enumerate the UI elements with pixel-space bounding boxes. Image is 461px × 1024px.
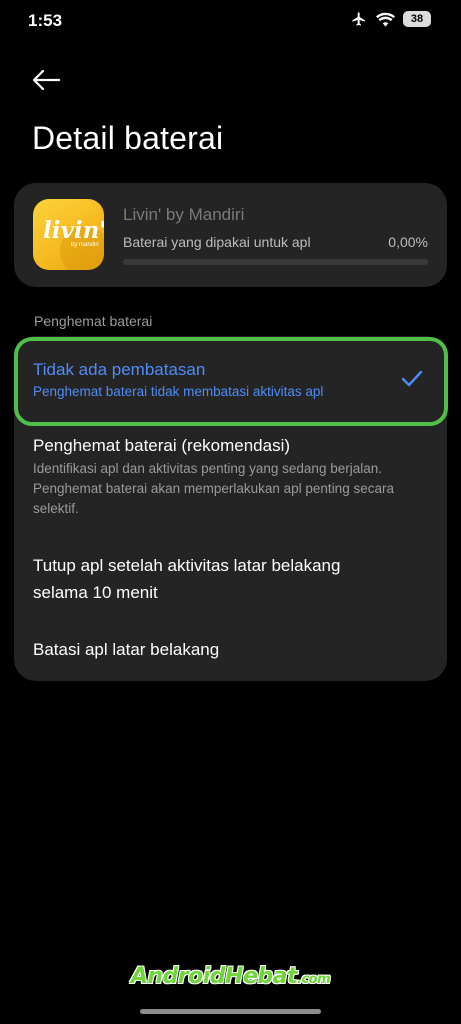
status-icons: 38: [350, 11, 431, 27]
option-description: Penghemat baterai tidak membatasi aktivi…: [33, 384, 324, 399]
option-battery-saver-recommended[interactable]: Penghemat baterai (rekomendasi) Identifi…: [14, 432, 447, 528]
back-button[interactable]: [28, 64, 64, 96]
option-close-after-10-min[interactable]: Tutup apl setelah aktivitas latar belaka…: [14, 550, 447, 610]
option-title: Penghemat baterai (rekomendasi): [33, 436, 291, 455]
option-title: Tutup apl setelah aktivitas latar belaka…: [33, 556, 341, 602]
battery-saver-options: Tidak ada pembatasan Penghemat baterai t…: [14, 336, 447, 681]
option-title: Batasi apl latar belakang: [33, 640, 220, 659]
section-label: Penghemat baterai: [34, 313, 153, 329]
option-no-restriction[interactable]: Tidak ada pembatasan Penghemat baterai t…: [14, 336, 447, 424]
status-bar: 1:53 38: [0, 0, 461, 44]
option-title: Tidak ada pembatasan: [33, 360, 206, 379]
option-description: Identifikasi apl dan aktivitas penting y…: [33, 461, 394, 516]
battery-usage-label: Baterai yang dipakai untuk apl: [123, 234, 311, 250]
status-time: 1:53: [28, 11, 63, 30]
battery-detail-screen: 1:53 38 Detail baterai livin' by mandiri…: [0, 0, 461, 1024]
app-icon: livin' by mandiri: [33, 199, 104, 270]
battery-usage-value: 0,00%: [388, 234, 428, 250]
arrow-left-icon: [32, 69, 61, 91]
option-restrict-background[interactable]: Batasi apl latar belakang: [14, 636, 447, 666]
airplane-icon: [350, 11, 368, 27]
wifi-icon: [376, 12, 395, 27]
watermark-logo: AndroidHebat.com: [130, 964, 331, 989]
page-title: Detail baterai: [32, 120, 224, 156]
app-name: Livin' by Mandiri: [123, 205, 245, 224]
home-indicator[interactable]: [140, 1009, 321, 1014]
battery-usage-bar: [123, 259, 428, 265]
check-icon: [401, 370, 423, 387]
battery-icon: 38: [403, 11, 431, 27]
app-usage-card: livin' by mandiri Livin' by Mandiri Bate…: [14, 183, 447, 287]
